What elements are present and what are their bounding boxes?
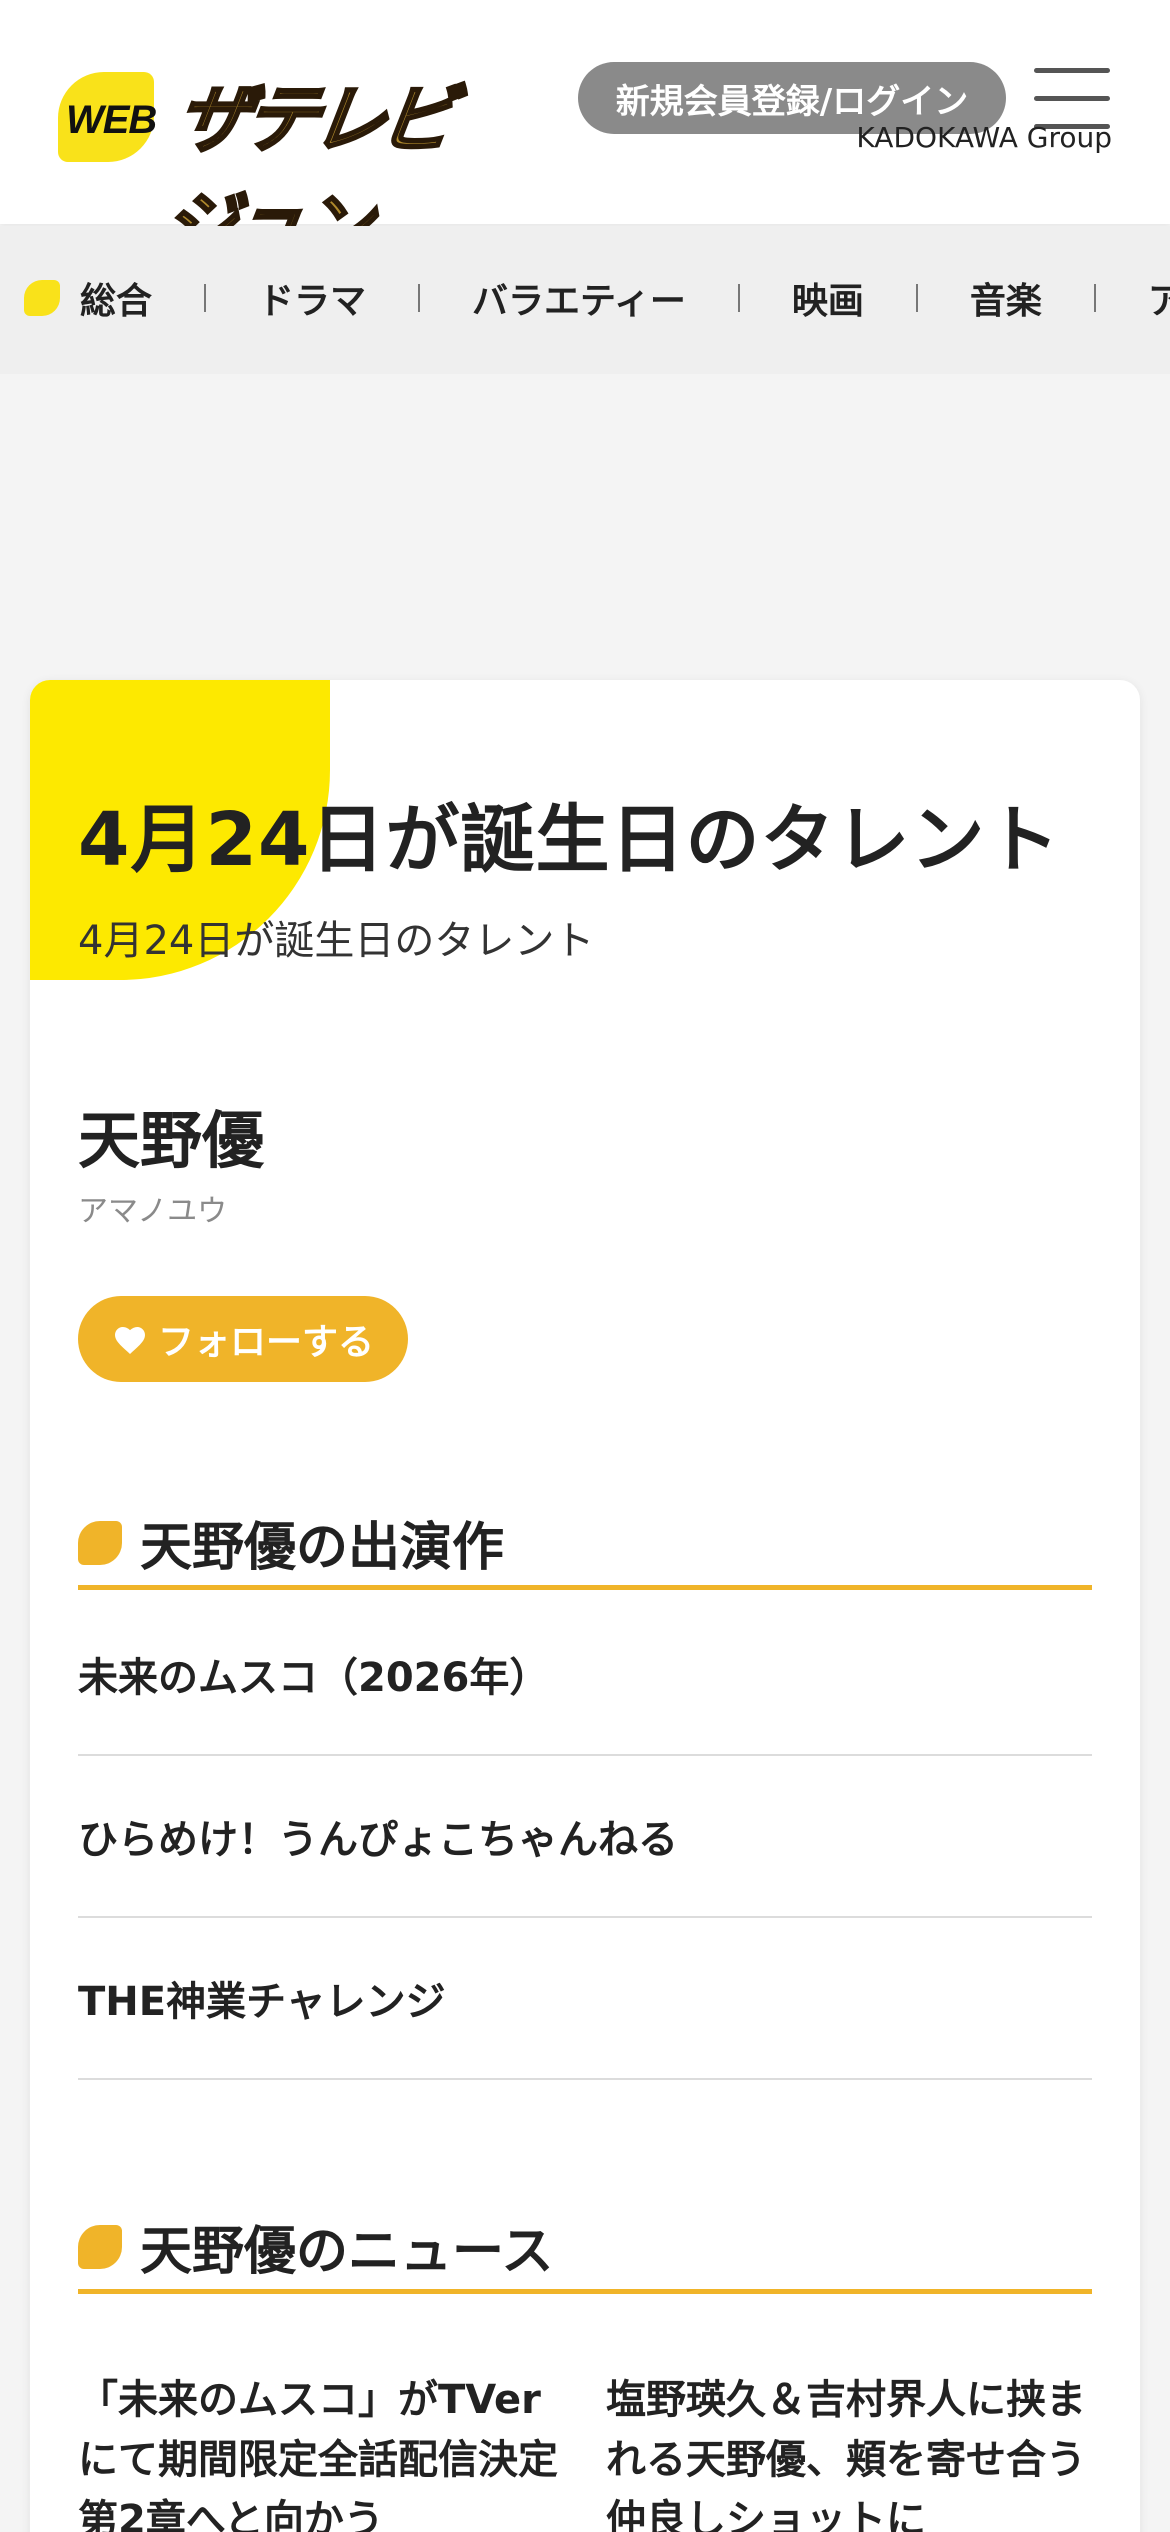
news-item[interactable]: 塩野瑛久＆吉村界人に挟まれる天野優、頬を寄せ合う仲良しショットに <box>606 2370 1092 2532</box>
nav-separator <box>1093 284 1096 312</box>
works-heading-text: 天野優の出演作 <box>140 1518 505 1578</box>
talent-name: 天野優 <box>78 1104 265 1177</box>
active-dot-icon <box>24 280 60 316</box>
nav-separator <box>915 284 918 312</box>
work-item[interactable]: THE神業チャレンジ <box>78 1918 1092 2080</box>
works-list: 未来のムスコ（2026年） ひらめけ！うんぴょこちゃんねる THE神業チャレンジ <box>78 1594 1092 2080</box>
nav-item-variety[interactable]: バラエティー <box>472 266 686 330</box>
nav-item-music[interactable]: 音楽 <box>970 266 1042 330</box>
site-header: WEB ザテレビジョン 新規会員登録/ログイン KADOKAWA Group <box>0 0 1170 272</box>
section-mark-icon <box>78 1520 122 1565</box>
nav-item-anime[interactable]: アニメ <box>1148 266 1170 330</box>
work-item[interactable]: 未来のムスコ（2026年） <box>78 1594 1092 1756</box>
news-section-heading: 天野優のニュース <box>78 2204 1092 2294</box>
page-title: 4月24日が誕生日のタレント <box>78 797 1061 883</box>
category-nav: 総合 ドラマ バラエティー 映画 音楽 アニメ <box>0 226 1170 374</box>
talent-card: 4月24日が誕生日のタレント 4月24日が誕生日のタレント 天野優 アマノユウ … <box>30 680 1140 2532</box>
news-heading-text: 天野優のニュース <box>140 2222 554 2282</box>
logo-web-text: WEB <box>66 98 157 142</box>
hamburger-menu-icon[interactable] <box>1034 64 1110 129</box>
kadokawa-group-label: KADOKAWA Group <box>856 121 1112 154</box>
news-grid: 「未来のムスコ」がTVerにて期間限定全話配信決定 第2章へと向かう 塩野瑛久＆… <box>78 2370 1092 2532</box>
nav-separator <box>204 284 207 312</box>
nav-separator <box>418 284 421 312</box>
nav-item-movie[interactable]: 映画 <box>792 266 864 330</box>
nav-item-sogo[interactable]: 総合 <box>24 266 152 330</box>
heart-icon <box>114 1327 145 1354</box>
follow-button[interactable]: フォローする <box>78 1296 408 1382</box>
work-item[interactable]: ひらめけ！うんぴょこちゃんねる <box>78 1756 1092 1918</box>
nav-item-drama[interactable]: ドラマ <box>258 266 366 330</box>
news-item[interactable]: 「未来のムスコ」がTVerにて期間限定全話配信決定 第2章へと向かう <box>78 2370 598 2532</box>
section-mark-icon <box>78 2224 122 2269</box>
page-subtitle: 4月24日が誕生日のタレント <box>78 918 595 964</box>
follow-button-label: フォローする <box>157 1322 374 1363</box>
nav-separator <box>737 284 740 312</box>
nav-item-label: 総合 <box>80 281 153 322</box>
works-section-heading: 天野優の出演作 <box>78 1500 1092 1590</box>
talent-kana: アマノユウ <box>78 1194 228 1229</box>
site-logo[interactable]: WEB ザテレビジョン <box>58 60 468 272</box>
